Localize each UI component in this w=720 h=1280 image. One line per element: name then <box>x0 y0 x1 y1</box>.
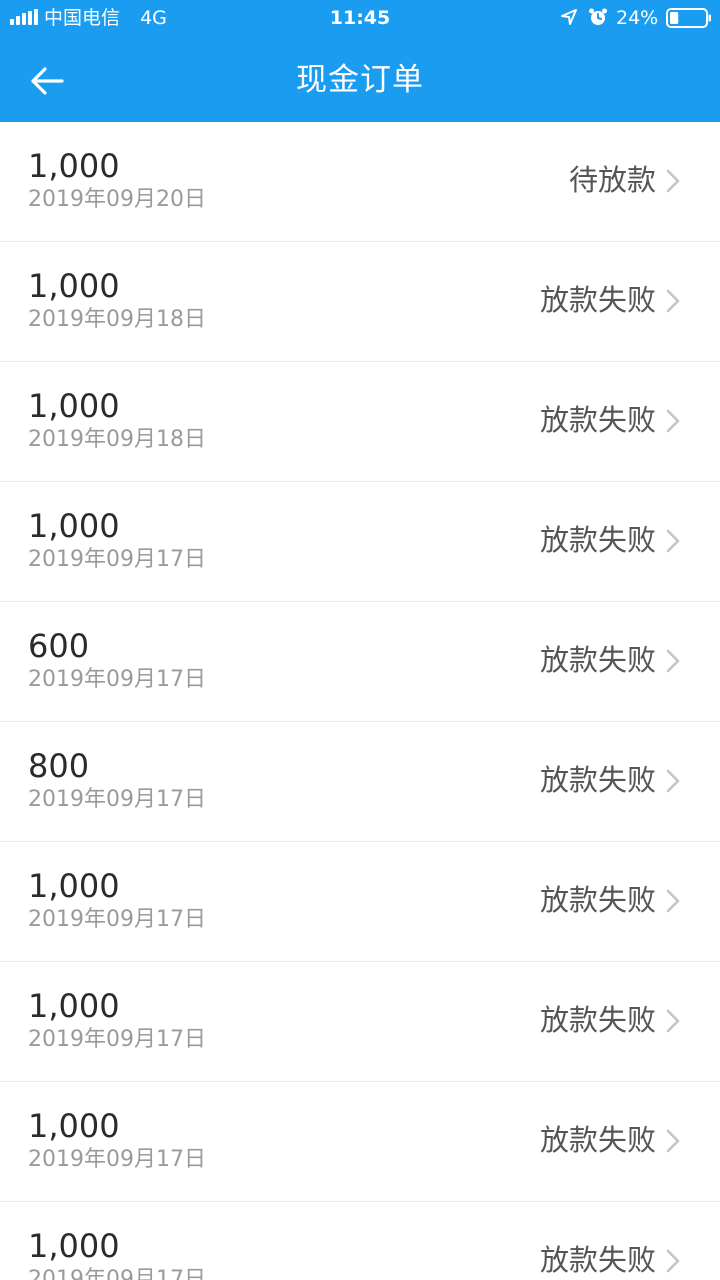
order-status: 放款失败 <box>539 403 656 437</box>
order-row[interactable]: 1,000 2019年09月17日 放款失败 <box>0 842 720 962</box>
clock: 11:45 <box>329 7 391 29</box>
order-row[interactable]: 600 2019年09月17日 放款失败 <box>0 602 720 722</box>
order-amount: 800 <box>28 747 90 785</box>
order-row[interactable]: 1,000 2019年09月17日 放款失败 <box>0 482 720 602</box>
chevron-right-icon <box>666 769 680 793</box>
order-status: 放款失败 <box>539 1123 656 1157</box>
chevron-right-icon <box>666 649 680 673</box>
order-amount: 1,000 <box>28 147 120 185</box>
order-row[interactable]: 1,000 2019年09月20日 待放款 <box>0 122 720 242</box>
order-amount: 1,000 <box>28 387 120 425</box>
order-list: 1,000 2019年09月20日 待放款 1,000 2019年09月18日 放款失败 1… <box>0 122 720 1280</box>
chevron-right-icon <box>666 169 680 193</box>
chevron-right-icon <box>666 1129 680 1153</box>
order-date: 2019年09月17日 <box>28 667 206 692</box>
order-row[interactable]: 1,000 2019年09月18日 放款失败 <box>0 362 720 482</box>
order-amount: 1,000 <box>28 987 120 1025</box>
order-amount: 1,000 <box>28 1227 120 1265</box>
order-amount: 1,000 <box>28 267 120 305</box>
order-date: 2019年09月17日 <box>28 1147 206 1172</box>
order-status: 放款失败 <box>539 523 656 557</box>
order-row[interactable]: 1,000 2019年09月17日 放款失败 <box>0 1082 720 1202</box>
chevron-right-icon <box>666 1009 680 1033</box>
page-title: 现金订单 <box>296 62 424 98</box>
order-row[interactable]: 800 2019年09月17日 放款失败 <box>0 722 720 842</box>
order-amount: 1,000 <box>28 867 120 905</box>
order-row[interactable]: 1,000 2019年09月17日 放款失败 <box>0 1202 720 1280</box>
order-status: 放款失败 <box>539 1003 656 1037</box>
chevron-right-icon <box>666 409 680 433</box>
chevron-right-icon <box>666 1249 680 1273</box>
location-icon <box>561 9 577 25</box>
order-status: 放款失败 <box>539 1243 656 1277</box>
carrier-label: 中国电信 4G <box>44 6 167 30</box>
order-amount: 600 <box>28 627 90 665</box>
order-status: 放款失败 <box>539 643 656 677</box>
order-date: 2019年09月17日 <box>28 547 206 572</box>
order-status: 待放款 <box>568 163 656 197</box>
battery-icon <box>666 8 711 28</box>
chevron-right-icon <box>666 889 680 913</box>
arrow-left-icon <box>31 67 64 95</box>
chevron-right-icon <box>666 529 680 553</box>
battery-percent: 24% <box>616 7 659 29</box>
order-date: 2019年09月17日 <box>28 787 206 812</box>
order-row[interactable]: 1,000 2019年09月18日 放款失败 <box>0 242 720 362</box>
order-status: 放款失败 <box>539 763 656 797</box>
order-status: 放款失败 <box>539 883 656 917</box>
network-type: 4G <box>140 7 167 29</box>
order-status: 放款失败 <box>539 283 656 317</box>
order-date: 2019年09月17日 <box>28 1267 206 1280</box>
order-date: 2019年09月17日 <box>28 1027 206 1052</box>
order-date: 2019年09月18日 <box>28 307 206 332</box>
chevron-right-icon <box>666 289 680 313</box>
order-amount: 1,000 <box>28 1107 120 1145</box>
order-row[interactable]: 1,000 2019年09月17日 放款失败 <box>0 962 720 1082</box>
order-date: 2019年09月17日 <box>28 907 206 932</box>
alarm-icon <box>589 8 607 25</box>
order-date: 2019年09月18日 <box>28 427 206 452</box>
order-date: 2019年09月20日 <box>28 187 206 212</box>
back-button[interactable] <box>18 54 74 108</box>
order-amount: 1,000 <box>28 507 120 545</box>
top-bar: 中国电信 4G 11:45 24% 现金订单 <box>0 0 720 122</box>
carrier-name: 中国电信 <box>44 7 121 29</box>
status-bar: 中国电信 4G 11:45 24% <box>0 0 720 40</box>
navigation-bar: 现金订单 <box>0 40 720 122</box>
signal-icon <box>10 9 38 25</box>
